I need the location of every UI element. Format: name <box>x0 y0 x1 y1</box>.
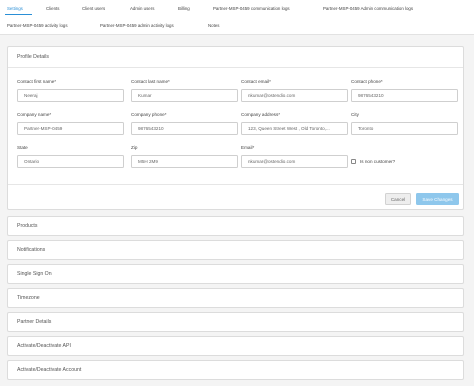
section-label: Partner Details <box>17 319 52 325</box>
zip-label: Zip <box>131 145 138 150</box>
cancel-button[interactable]: Cancel <box>385 193 411 205</box>
contact-phone-label: Contact phone* <box>351 79 383 84</box>
email-label: Email* <box>241 145 255 150</box>
section-label: Products <box>17 223 38 229</box>
panel-title: Profile Details <box>17 54 50 60</box>
contact-phone-field[interactable] <box>351 89 458 102</box>
tab-settings[interactable]: Settings <box>7 6 23 11</box>
tab-admin-users[interactable]: Admin users <box>130 6 154 11</box>
tab-client-users[interactable]: Client users <box>82 6 105 11</box>
notifications-section[interactable]: Notifications <box>7 240 464 260</box>
tab-admin-communication-logs[interactable]: Partner-MSP-0459 Admin communication log… <box>323 6 413 11</box>
zip-field[interactable] <box>131 155 238 168</box>
company-address-label: Company address* <box>241 112 281 117</box>
contact-email-label: Contact email* <box>241 79 271 84</box>
email-field[interactable] <box>241 155 348 168</box>
section-label: Single Sign On <box>17 271 52 277</box>
city-field[interactable] <box>351 122 458 135</box>
tab-billing[interactable]: Billing <box>178 6 190 11</box>
profile-details-panel: Profile Details Contact first name* Cont… <box>7 46 464 210</box>
company-phone-field[interactable] <box>131 122 238 135</box>
city-label: City <box>351 112 359 117</box>
tab-notes[interactable]: Notes <box>208 23 219 28</box>
panel-divider <box>8 67 463 68</box>
save-changes-button[interactable]: Save Changes <box>416 193 459 205</box>
footer-divider <box>8 184 463 185</box>
tab-admin-activity-logs[interactable]: Partner-MSP-0459 admin activity logs <box>100 23 174 28</box>
activate-deactivate-api-section[interactable]: Activate/Deactivate API <box>7 336 464 356</box>
non-customer-label: Is non customer? <box>360 159 396 164</box>
timezone-section[interactable]: Timezone <box>7 288 464 308</box>
first-name-field[interactable] <box>17 89 124 102</box>
contact-email-field[interactable] <box>241 89 348 102</box>
company-name-label: Company name* <box>17 112 52 117</box>
products-section[interactable]: Products <box>7 216 464 236</box>
section-label: Activate/Deactivate API <box>17 343 71 349</box>
non-customer-checkbox[interactable] <box>351 159 356 164</box>
last-name-label: Contact last name* <box>131 79 170 84</box>
section-label: Activate/Deactivate Account <box>17 367 82 373</box>
state-label: State <box>17 145 28 150</box>
last-name-field[interactable] <box>131 89 238 102</box>
state-field[interactable] <box>17 155 124 168</box>
company-phone-label: Company phone* <box>131 112 167 117</box>
single-sign-on-section[interactable]: Single Sign On <box>7 264 464 284</box>
activate-deactivate-account-section[interactable]: Activate/Deactivate Account <box>7 360 464 380</box>
section-label: Timezone <box>17 295 40 301</box>
tab-activity-logs[interactable]: Partner-MSP-0459 activity logs <box>7 23 68 28</box>
first-name-label: Contact first name* <box>17 79 57 84</box>
active-tab-indicator <box>5 14 32 15</box>
company-address-field[interactable] <box>241 122 348 135</box>
partner-details-section[interactable]: Partner Details <box>7 312 464 332</box>
tab-communication-logs[interactable]: Partner-MSP-0459 communication logs <box>213 6 290 11</box>
tab-bar: Settings Clients Client users Admin user… <box>0 0 474 35</box>
tab-clients[interactable]: Clients <box>46 6 59 11</box>
section-label: Notifications <box>17 247 46 253</box>
company-name-field[interactable] <box>17 122 124 135</box>
